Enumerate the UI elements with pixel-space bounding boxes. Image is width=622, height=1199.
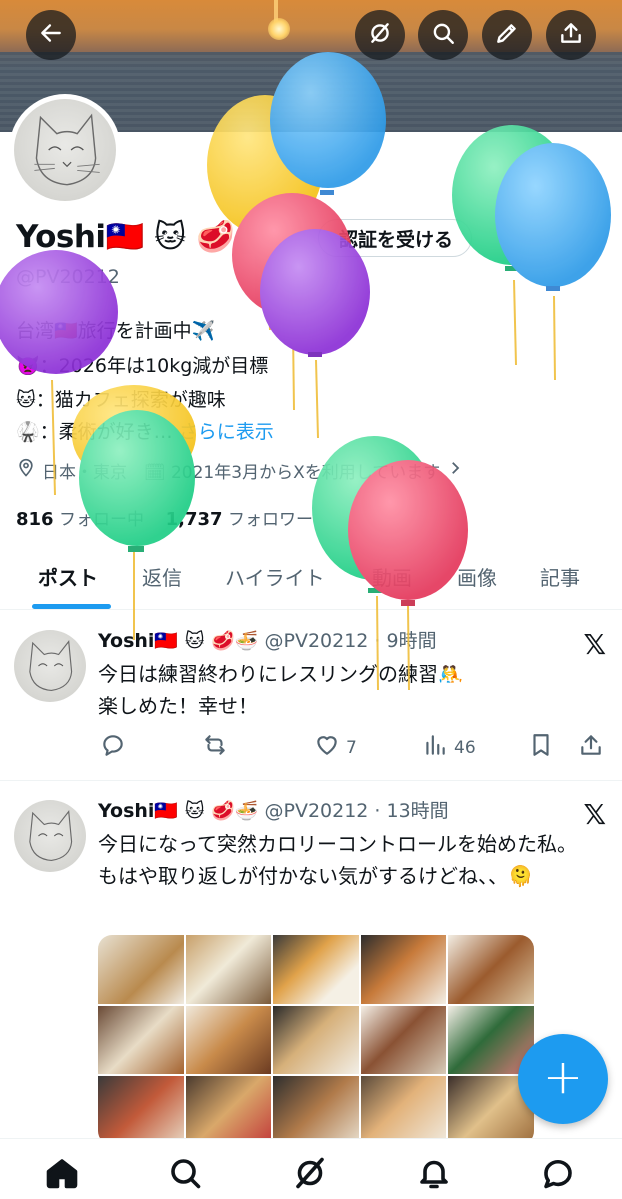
post-author[interactable]: Yoshi🇹🇼 🐱 🥩🍜 [98,630,258,652]
post-header: Yoshi🇹🇼 🐱 🥩🍜 @PV20212 · 13時間 [98,796,449,823]
profile-name: Yoshi🇹🇼 🐱 🥩 [16,219,235,255]
food-image[interactable] [360,935,447,1004]
follow-stats: 816 フォロー中 1,737 フォロワー [16,505,313,530]
food-image[interactable] [185,935,272,1004]
post-text: 今日になって突然カロリーコントロールを始めた私。もはや取り返しが付かない気がする… [98,832,577,888]
views-count: 46 [454,737,476,758]
followers-link[interactable]: 1,737 フォロワー [166,509,313,530]
food-image[interactable] [273,935,359,1004]
food-image[interactable] [185,1005,272,1075]
nav-notifications[interactable] [416,1155,452,1191]
views-button[interactable]: 46 [422,732,476,763]
nav-messages[interactable] [540,1155,576,1191]
search-icon [167,1159,203,1195]
messages-icon [540,1159,576,1195]
bookmark-button[interactable] [528,732,554,763]
nav-home[interactable] [44,1155,80,1191]
reply-icon [100,732,126,763]
post-item[interactable]: Yoshi🇹🇼 🐱 🥩🍜 @PV20212 · 9時間 𝕏 今日は練習終わりにレ… [0,626,622,776]
share-icon [558,20,584,50]
share-icon [578,732,604,763]
bookmark-icon [528,732,554,763]
avatar[interactable] [14,800,86,872]
tab-videos[interactable]: 動画 [372,562,412,591]
tab-replies[interactable]: 返信 [142,562,182,591]
like-count: 7 [346,737,357,758]
cat-drawing-avatar [34,113,100,186]
plus-icon: + [542,1049,584,1105]
notifications-icon [416,1160,452,1195]
tab-images[interactable]: 画像 [457,562,497,591]
compose-post-button[interactable]: + [518,1034,608,1124]
profile-tabs: ポスト 返信 ハイライト 動画 画像 記事 [0,548,622,610]
post-text: 今日は練習終わりにレスリングの練習🤼 楽しめた！幸せ！ [98,662,463,718]
food-image[interactable] [273,1076,359,1145]
food-image[interactable] [448,935,534,1004]
tab-highlights[interactable]: ハイライト [225,562,325,591]
repost-icon [202,732,228,763]
tab-posts[interactable]: ポスト [38,562,98,591]
chevron-right-icon[interactable] [446,459,464,482]
post-meta: @PV20212 · 9時間 [264,630,437,652]
edit-button[interactable] [482,10,532,60]
get-verified-button[interactable]: 認証を受ける [318,219,472,257]
repost-button[interactable] [202,732,228,763]
post-meta: @PV20212 · 13時間 [264,800,449,822]
post-header: Yoshi🇹🇼 🐱 🥩🍜 @PV20212 · 9時間 [98,626,437,653]
profile-meta: 日本・東京 🗓 2021年3月からXを利用しています [16,458,464,483]
x-logo-icon[interactable]: 𝕏 [583,798,606,831]
bio-line-3: 🐱：猫カフェ探索が趣味 [16,389,226,411]
cat-drawing-avatar [29,640,73,692]
food-image[interactable] [360,1076,447,1145]
bottom-navigation [0,1138,622,1199]
back-arrow-icon [38,20,64,50]
show-more-link[interactable]: さらに表示 [179,421,274,443]
edit-icon [494,20,520,50]
nav-grok[interactable] [292,1155,328,1191]
bio-line-4: 🥋：柔術が好き… さらに表示 [16,417,274,444]
nav-search[interactable] [167,1155,203,1191]
bio-line-2: 👿：2026年は10kg減が目標 [16,355,269,377]
post-author[interactable]: Yoshi🇹🇼 🐱 🥩🍜 [98,800,258,822]
share-post-button[interactable] [578,732,604,763]
grok-button[interactable] [355,10,405,60]
food-image[interactable] [98,1005,184,1075]
sun [268,18,290,40]
x-logo-icon[interactable]: 𝕏 [583,628,606,661]
cat-drawing-avatar [29,810,73,862]
bio-line-1: 台湾🇹🇼旅行を計画中✈️ [16,320,216,342]
following-link[interactable]: 816 フォロー中 [16,509,144,530]
avatar[interactable] [14,630,86,702]
home-icon [44,1159,80,1195]
grok-icon [292,1157,328,1195]
tab-articles[interactable]: 記事 [540,562,580,591]
active-tab-indicator [32,604,111,609]
search-icon [430,20,456,50]
reply-button[interactable] [100,732,126,763]
bio-line-4-text: 🥋：柔術が好き… [16,421,173,443]
post-image-grid[interactable] [98,935,534,1145]
like-button[interactable]: 7 [314,732,357,763]
post-divider [0,780,622,781]
food-image[interactable] [98,1076,184,1145]
food-image[interactable] [360,1005,447,1075]
grok-icon [367,20,393,50]
food-image[interactable] [185,1076,272,1145]
profile-avatar[interactable] [9,94,121,206]
share-button[interactable] [546,10,596,60]
location-icon [16,458,36,483]
search-button[interactable] [418,10,468,60]
profile-meta-text: 日本・東京 🗓 2021年3月からXを利用しています [42,463,441,483]
views-icon [422,732,448,763]
food-image[interactable] [273,1005,359,1075]
post-actions: 7 46 [98,732,608,762]
back-button[interactable] [26,10,76,60]
profile-handle: @PV20212 [16,266,120,288]
heart-icon [314,732,340,763]
food-image[interactable] [98,935,184,1004]
